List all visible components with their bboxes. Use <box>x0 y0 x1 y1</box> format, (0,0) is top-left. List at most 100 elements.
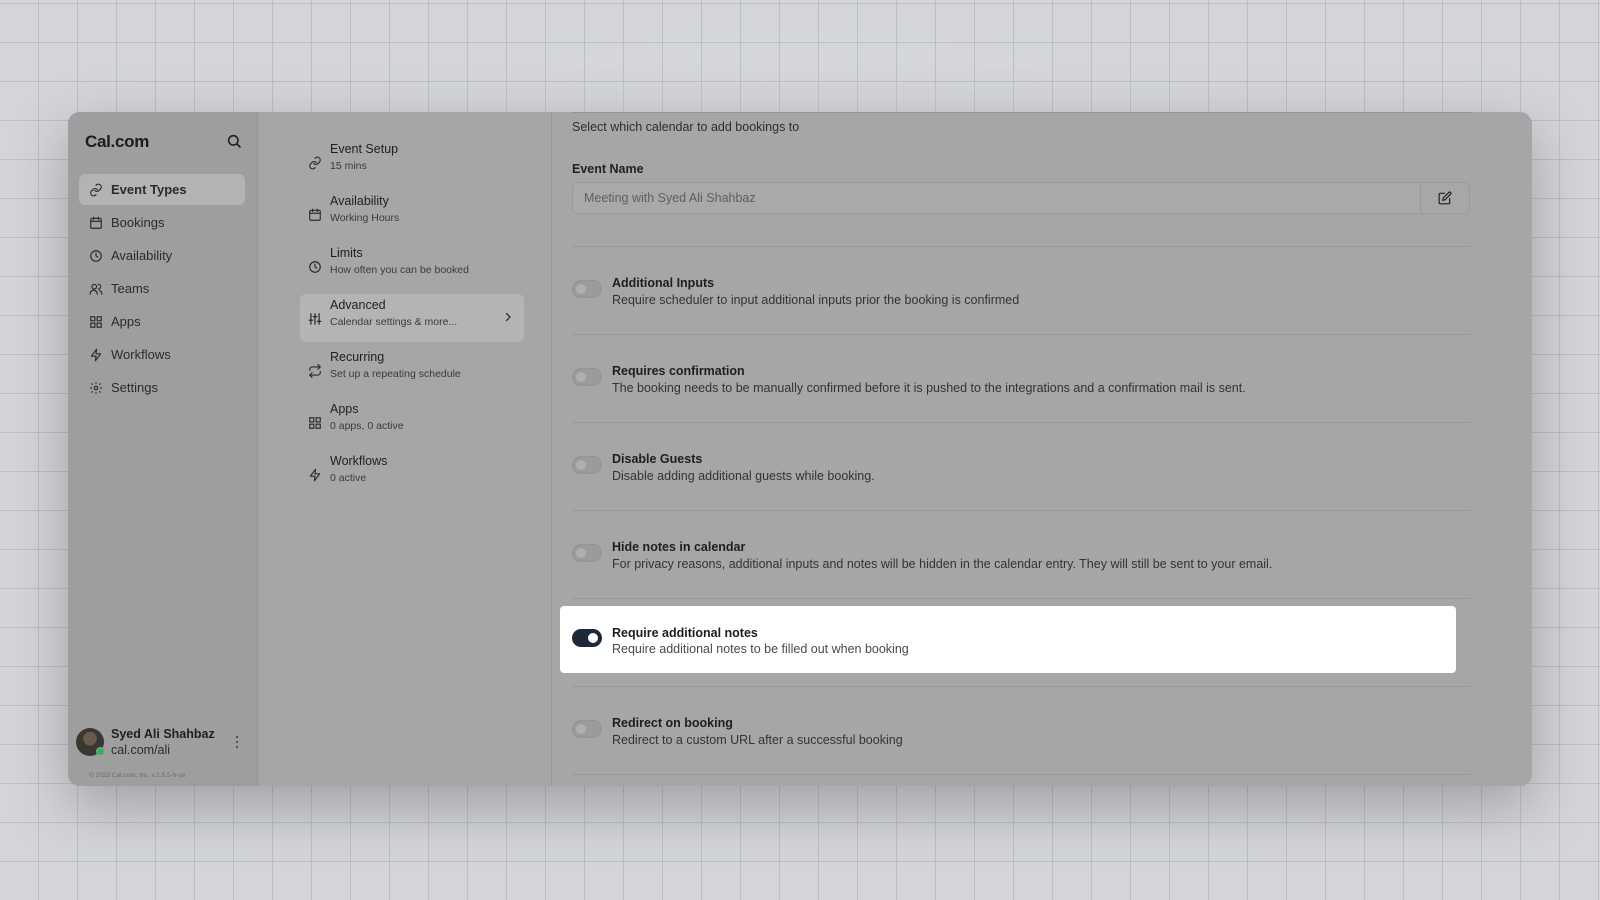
submenu-item-limits[interactable]: Limits How often you can be booked <box>300 242 524 290</box>
setting-desc: The booking needs to be manually confirm… <box>612 381 1246 395</box>
chevron-right-icon <box>505 312 511 322</box>
more-vertical-icon[interactable] <box>234 735 240 749</box>
submenu-desc: 0 apps, 0 active <box>330 420 404 432</box>
user-name: Syed Ali Shahbaz <box>111 727 215 741</box>
setting-desc: Require additional notes to be filled ou… <box>612 642 909 656</box>
online-status-dot <box>96 747 105 756</box>
sidebar-item-availability[interactable]: Availability <box>79 240 245 271</box>
submenu-item-apps[interactable]: Apps 0 apps, 0 active <box>300 398 524 446</box>
edit-icon <box>1438 191 1452 205</box>
setting-title: Requires confirmation <box>612 364 745 378</box>
grid-icon <box>309 417 321 429</box>
link-icon <box>90 183 102 196</box>
calendar-intro-text: Select which calendar to add bookings to <box>572 120 800 134</box>
setting-disable-guests: Disable Guests Disable adding additional… <box>572 450 1470 506</box>
submenu-desc: How often you can be booked <box>330 264 469 276</box>
submenu-desc: 15 mins <box>330 160 367 172</box>
hide-notes-toggle[interactable] <box>572 544 602 562</box>
event-name-field <box>572 182 1470 214</box>
setting-desc: For privacy reasons, additional inputs a… <box>612 557 1273 571</box>
sidebar-item-label: Workflows <box>111 347 171 362</box>
setting-title: Additional Inputs <box>612 276 715 290</box>
calendar-icon <box>90 216 102 229</box>
sidebar-item-event-types[interactable]: Event Types <box>79 174 245 205</box>
sidebar-item-label: Bookings <box>111 215 165 230</box>
setting-hide-notes: Hide notes in calendar For privacy reaso… <box>572 538 1470 594</box>
app-window: Cal.com Event Types Bookings Availabilit… <box>68 112 1532 786</box>
sidebar-nav: Event Types Bookings Availability Teams … <box>79 174 245 405</box>
sidebar-item-label: Availability <box>111 248 173 263</box>
setting-desc: Disable adding additional guests while b… <box>612 469 875 483</box>
setting-requires-confirmation: Requires confirmation The booking needs … <box>572 362 1470 418</box>
divider <box>572 598 1470 599</box>
setting-desc: Redirect to a custom URL after a success… <box>612 733 903 747</box>
submenu-title: Workflows <box>330 454 388 468</box>
user-profile[interactable]: Syed Ali Shahbaz cal.com/ali <box>76 724 246 760</box>
divider <box>572 510 1470 511</box>
submenu-item-advanced[interactable]: Advanced Calendar settings & more... <box>300 294 524 342</box>
event-name-label: Event Name <box>572 162 644 176</box>
grid-icon <box>90 315 102 328</box>
sidebar: Cal.com Event Types Bookings Availabilit… <box>68 112 258 786</box>
submenu-title: Recurring <box>330 350 385 364</box>
require-additional-notes-toggle[interactable] <box>572 629 602 647</box>
submenu-title: Apps <box>330 402 359 416</box>
submenu-item-workflows[interactable]: Workflows 0 active <box>300 450 524 498</box>
disable-guests-toggle[interactable] <box>572 456 602 474</box>
submenu-desc: Set up a repeating schedule <box>330 368 461 380</box>
users-icon <box>89 283 103 295</box>
requires-confirmation-toggle[interactable] <box>572 368 602 386</box>
divider <box>572 686 1470 687</box>
event-settings-menu: Event Setup 15 mins Availability Working… <box>300 138 524 502</box>
sidebar-item-bookings[interactable]: Bookings <box>79 207 245 238</box>
gear-icon <box>90 381 102 394</box>
repeat-icon <box>308 364 322 378</box>
sliders-icon <box>308 313 322 325</box>
zap-icon <box>309 468 321 482</box>
submenu-desc: 0 active <box>330 472 367 484</box>
copyright-text: © 2023 Cal.com, Inc. v.2.5.5-h-ce <box>89 772 186 779</box>
submenu-item-event-setup[interactable]: Event Setup 15 mins <box>300 138 524 186</box>
submenu-item-recurring[interactable]: Recurring Set up a repeating schedule <box>300 346 524 394</box>
clock-icon <box>309 261 321 273</box>
setting-additional-inputs: Additional Inputs Require scheduler to i… <box>572 274 1470 330</box>
edit-event-name-button[interactable] <box>1420 183 1469 213</box>
sidebar-item-label: Settings <box>111 380 158 395</box>
divider <box>572 422 1470 423</box>
submenu-title: Limits <box>330 246 363 260</box>
sidebar-item-label: Apps <box>111 314 141 329</box>
setting-desc: Require scheduler to input additional in… <box>612 293 1020 307</box>
setting-title: Disable Guests <box>612 452 703 466</box>
divider <box>572 246 1470 247</box>
divider <box>572 334 1470 335</box>
user-link: cal.com/ali <box>111 743 171 757</box>
additional-inputs-toggle[interactable] <box>572 280 602 298</box>
submenu-title: Event Setup <box>330 142 399 156</box>
section-divider <box>572 112 1472 113</box>
event-name-input[interactable] <box>573 183 1420 213</box>
setting-require-additional-notes: Require additional notes Require additio… <box>572 626 1470 682</box>
zap-icon <box>90 348 102 361</box>
sidebar-item-label: Event Types <box>111 182 187 197</box>
advanced-settings-panel: Select which calendar to add bookings to… <box>552 112 1492 786</box>
setting-title: Require additional notes <box>612 626 758 640</box>
sidebar-item-settings[interactable]: Settings <box>79 372 245 403</box>
submenu-item-availability[interactable]: Availability Working Hours <box>300 190 524 238</box>
sidebar-item-teams[interactable]: Teams <box>79 273 245 304</box>
app-logo[interactable]: Cal.com <box>85 132 149 152</box>
highlighted-setting-card: Require additional notes Require additio… <box>560 606 1456 673</box>
redirect-on-booking-toggle[interactable] <box>572 720 602 738</box>
submenu-desc: Calendar settings & more... <box>330 316 458 328</box>
sidebar-item-apps[interactable]: Apps <box>79 306 245 337</box>
divider <box>572 774 1470 775</box>
calendar-icon <box>309 208 321 221</box>
submenu-desc: Working Hours <box>330 212 400 224</box>
link-icon <box>309 156 321 170</box>
search-icon[interactable] <box>226 133 242 149</box>
setting-title: Hide notes in calendar <box>612 540 746 554</box>
setting-title: Redirect on booking <box>612 716 733 730</box>
sidebar-item-workflows[interactable]: Workflows <box>79 339 245 370</box>
clock-icon <box>90 249 102 262</box>
submenu-title: Advanced <box>330 298 386 312</box>
sidebar-item-label: Teams <box>111 281 150 296</box>
